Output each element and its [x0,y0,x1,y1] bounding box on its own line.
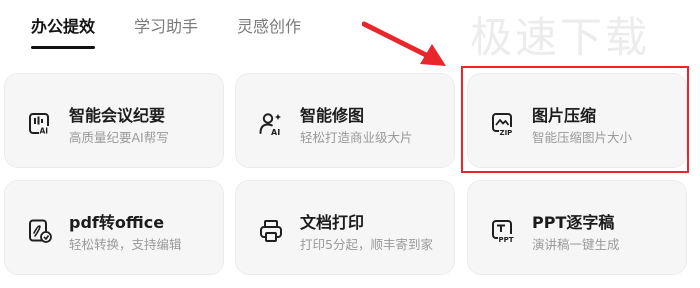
card-title: pdf转office [69,213,165,232]
card-image-compress[interactable]: ZIP 图片压缩 智能压缩图片大小 [467,73,687,168]
image-zip-icon: ZIP [492,113,516,137]
ppt-script-icon: PPT [492,220,516,244]
card-title: 智能修图 [300,106,365,125]
watermark-text: 极速下载 [470,13,651,62]
card-meeting-minutes[interactable]: AI 智能会议纪要 高质量纪要AI帮写 [4,73,224,168]
card-document-print[interactable]: 文档打印 打印5分起，顺丰寄到家 [235,180,455,275]
card-subtitle: 演讲稿一键生成 [532,237,620,252]
card-pdf-to-office[interactable]: pdf转office 轻松转换，支持编辑 [4,180,224,275]
ai-meeting-icon: AI [29,113,52,136]
tab-inspiration-creation[interactable]: 灵感创作 [237,16,301,38]
svg-text:AI: AI [40,127,49,136]
card-title: PPT逐字稿 [532,213,615,232]
printer-icon [260,220,282,242]
card-title: 智能会议纪要 [69,106,166,125]
active-tab-indicator [31,46,95,49]
card-subtitle: 智能压缩图片大小 [532,130,633,145]
card-subtitle: 高质量纪要AI帮写 [69,130,169,145]
card-subtitle: 轻松打造商业级大片 [300,130,413,145]
svg-text:AI: AI [271,128,280,137]
ai-person-edit-icon: AI [259,113,281,137]
annotation-arrow-icon [362,21,446,66]
svg-text:PPT: PPT [499,236,514,244]
tab-office-efficiency[interactable]: 办公提效 [31,16,95,38]
card-smart-retouch[interactable]: AI 智能修图 轻松打造商业级大片 [235,73,455,168]
card-subtitle: 打印5分起，顺丰寄到家 [300,237,433,252]
card-title: 图片压缩 [532,106,597,125]
card-ppt-script[interactable]: PPT PPT逐字稿 演讲稿一键生成 [467,180,687,275]
pdf-convert-icon [29,219,52,243]
card-subtitle: 轻松转换，支持编辑 [69,237,182,252]
card-title: 文档打印 [300,213,365,232]
tab-study-assistant[interactable]: 学习助手 [134,16,198,38]
svg-text:ZIP: ZIP [500,129,513,137]
